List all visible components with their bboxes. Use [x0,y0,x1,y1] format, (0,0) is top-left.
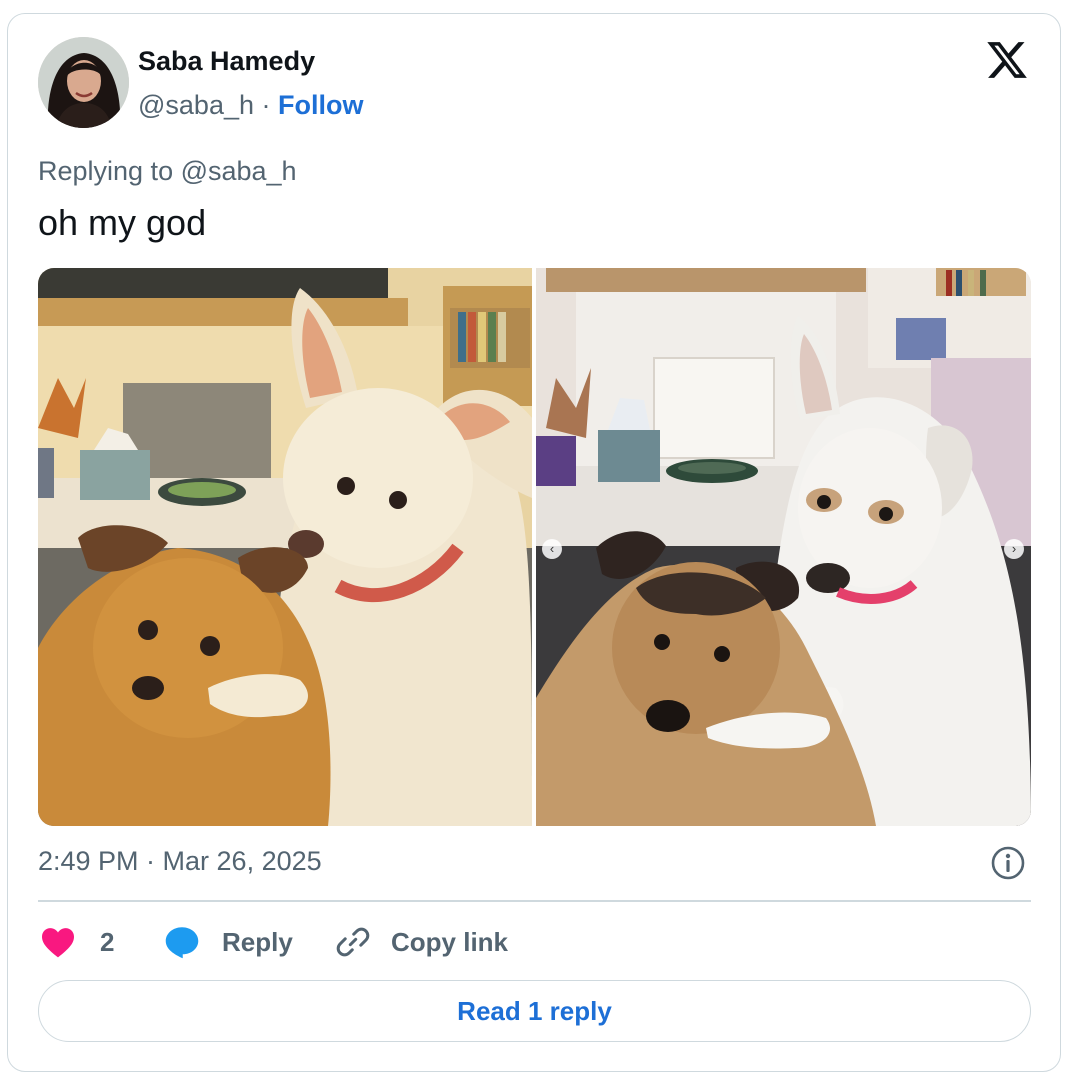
reply-bubble-icon [165,927,199,959]
reply-button[interactable]: Reply [164,920,293,964]
heart-icon [42,928,74,958]
link-icon [336,927,370,957]
media-gallery: ‹ › [38,268,1031,826]
media-prev-button[interactable]: ‹ [542,539,562,559]
chevron-right-icon: › [1011,541,1017,556]
reply-label: Reply [222,926,293,957]
follow-button[interactable]: Follow [278,90,363,120]
copy-link-button[interactable]: Copy link [335,920,508,964]
author-handle-row: @saba_h · Follow [138,90,364,121]
handle-separator: · [261,90,271,120]
like-button[interactable]: 2 [40,920,114,964]
tweet-text: oh my god [38,202,207,243]
media-next-button[interactable]: › [1004,539,1024,559]
read-replies-label: Read 1 reply [457,995,612,1026]
chevron-left-icon: ‹ [549,541,555,556]
author-handle[interactable]: @saba_h [138,90,254,120]
read-replies-button[interactable]: Read 1 reply [38,980,1031,1042]
avatar-image [38,37,129,128]
author-avatar[interactable] [38,37,129,128]
divider [38,900,1031,902]
replying-to-label: Replying to @saba_h [38,156,297,186]
copy-link-label: Copy link [391,926,509,957]
tweet-timestamp[interactable]: 2:49 PM · Mar 26, 2025 [38,846,322,877]
media-image-illustration[interactable] [38,268,532,826]
like-count: 2 [100,926,115,957]
x-logo-icon[interactable] [985,38,1029,82]
author-name[interactable]: Saba Hamedy [138,46,315,77]
info-icon[interactable] [990,845,1026,881]
media-image-photo[interactable]: ‹ › [536,268,1031,826]
